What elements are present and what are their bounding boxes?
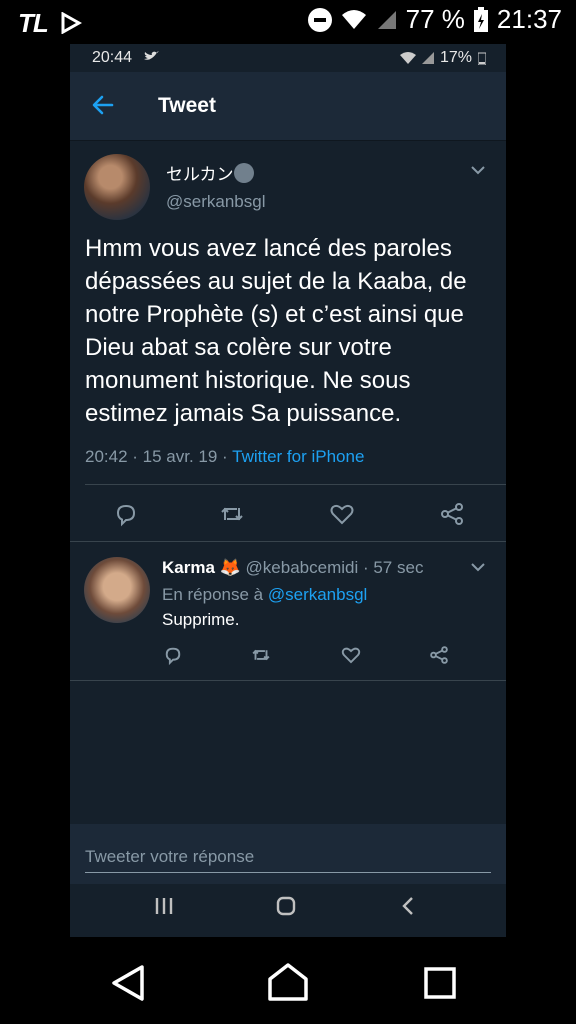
divider — [85, 484, 506, 485]
inner-battery-percent: 17% — [439, 49, 472, 66]
chevron-down-icon[interactable] — [470, 559, 486, 576]
app-bar: Tweet — [70, 72, 506, 141]
retweet-icon — [221, 507, 243, 521]
inner-clock: 20:44 — [92, 49, 159, 67]
heart-icon — [341, 647, 361, 664]
wifi-icon — [341, 9, 366, 29]
author-name[interactable]: セルカン — [166, 160, 234, 185]
reply-text: Supprime. — [162, 610, 240, 629]
device-home-icon[interactable] — [266, 961, 310, 1003]
reply-button[interactable] — [112, 500, 140, 528]
signal-icon — [377, 10, 396, 29]
device-recents-icon[interactable] — [424, 967, 456, 999]
reply-input[interactable] — [85, 842, 491, 873]
tweet-meta: 20:42 · 15 avr. 19 · Twitter for iPhone — [85, 447, 364, 467]
author-badge-icon — [234, 163, 254, 183]
home-icon[interactable] — [276, 896, 296, 916]
tweet-text: Hmm vous avez lancé des paroles dépassée… — [85, 235, 467, 427]
heart-icon — [330, 504, 354, 525]
share-icon — [441, 503, 463, 525]
inner-status-bar: 20:44 17% — [70, 44, 506, 72]
reply-compose-bar — [70, 824, 506, 884]
reply-retweet-button[interactable] — [250, 644, 272, 666]
inner-signal-icon — [421, 52, 434, 64]
retweet-button[interactable] — [218, 500, 246, 528]
back-button[interactable] — [90, 92, 118, 120]
notification-icons: TL — [18, 8, 82, 39]
reply-author-avatar[interactable] — [84, 557, 150, 623]
divider — [70, 680, 506, 681]
reply-author-handle: @kebabcemidi · 57 sec — [245, 558, 424, 577]
chevron-down-icon[interactable] — [470, 162, 486, 179]
author-handle[interactable]: @serkanbsgl — [166, 192, 265, 212]
device-status-bar: TL 77 % 21:37 — [0, 0, 576, 44]
reply-icon — [116, 504, 136, 527]
reply-author[interactable]: Karma 🦊 @kebabcemidi · 57 sec — [162, 558, 423, 578]
device-clock: 21:37 — [496, 4, 562, 34]
share-button[interactable] — [438, 500, 466, 528]
tweet-timestamp: 20:42 · 15 avr. 19 · — [85, 447, 233, 466]
device-nav-bar — [0, 937, 576, 1024]
page-title: Tweet — [158, 94, 216, 117]
reply-like-button[interactable] — [340, 644, 362, 666]
inner-status-right: 17% — [399, 49, 486, 67]
device-battery-percent: 77 % — [405, 4, 465, 34]
reply-to-handle-link[interactable]: @serkanbsgl — [268, 585, 367, 604]
inner-nav-bar — [70, 884, 506, 937]
device-back-icon[interactable] — [108, 963, 148, 1003]
reply-reply-button[interactable] — [162, 644, 184, 666]
twitter-screen: 20:44 17% Tweet セルカン @serkanbsgl Hmm vou… — [70, 44, 506, 937]
author-avatar[interactable] — [84, 154, 150, 220]
divider — [70, 541, 506, 542]
inner-battery-icon — [478, 52, 486, 65]
back-arrow-icon — [92, 95, 114, 115]
reply-author-name: Karma 🦊 — [162, 558, 241, 577]
like-button[interactable] — [328, 500, 356, 528]
twitter-bird-icon — [143, 51, 159, 60]
share-icon — [430, 646, 448, 664]
battery-icon — [473, 6, 488, 32]
reply-context: En réponse à @serkanbsgl — [162, 585, 367, 605]
inner-wifi-icon — [399, 52, 416, 64]
tweet-source-link[interactable]: Twitter for iPhone — [232, 447, 364, 466]
play-store-icon — [61, 11, 82, 35]
device-status-right: 77 % 21:37 — [307, 4, 562, 35]
retweet-icon — [252, 649, 270, 661]
reply-context-prefix: En réponse à — [162, 585, 268, 604]
recents-icon[interactable] — [154, 896, 174, 916]
reply-share-button[interactable] — [428, 644, 450, 666]
do-not-disturb-icon — [307, 7, 332, 32]
reply-icon — [165, 647, 181, 666]
back-icon[interactable] — [400, 896, 416, 916]
